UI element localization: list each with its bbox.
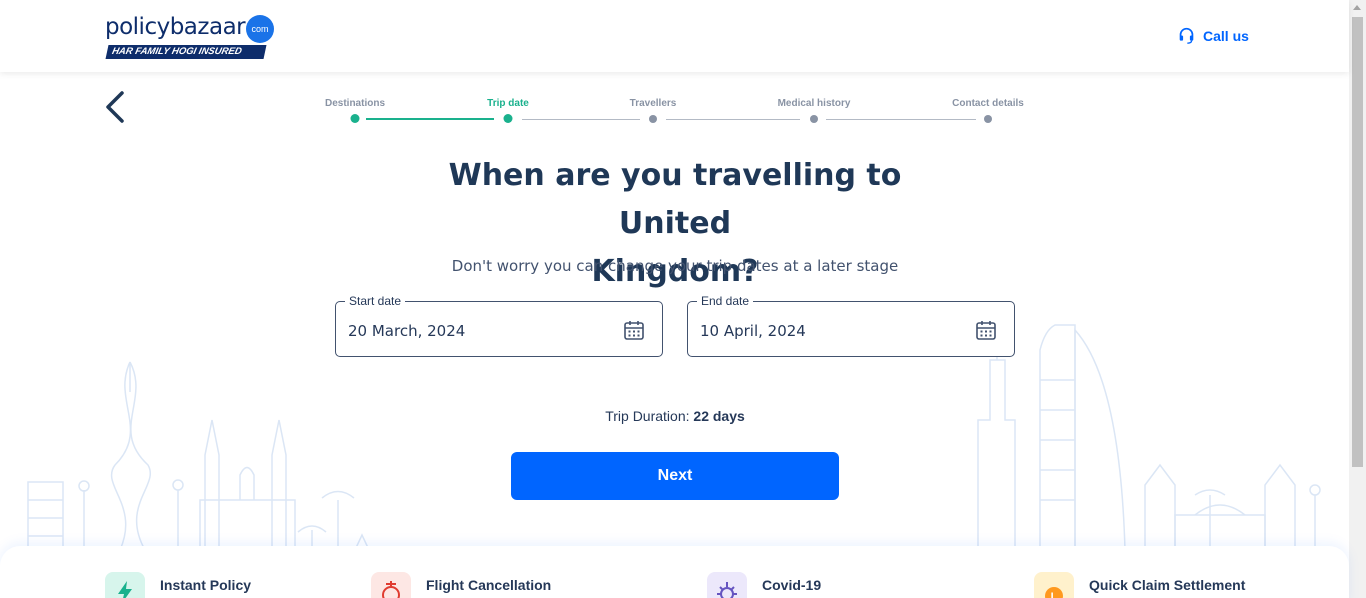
feature-label: Quick Claim Settlement xyxy=(1089,577,1246,593)
trip-duration-label: Trip Duration: xyxy=(605,408,690,424)
feature-label: Covid-19 xyxy=(762,577,822,593)
stepper-line xyxy=(522,119,640,120)
stepper-line-completed xyxy=(366,118,494,120)
flight-cancel-icon xyxy=(371,572,411,598)
step-trip-date-label[interactable]: Trip date xyxy=(487,98,529,109)
feature-covid-19: Covid-19 xyxy=(707,572,821,598)
policybazaar-logo[interactable]: policybazaar com HAR FAMILY HOGI INSURED xyxy=(105,12,280,60)
trip-duration: Trip Duration: 22 days xyxy=(475,408,875,424)
stepper-line xyxy=(666,119,800,120)
end-date-field[interactable]: End date 10 April, 2024 xyxy=(687,294,1015,357)
call-us-link[interactable]: Call us xyxy=(1178,27,1249,44)
page-title-line1: When are you travelling to United xyxy=(448,158,902,241)
step-trip-date-dot xyxy=(503,114,513,123)
calendar-icon[interactable] xyxy=(975,319,997,341)
start-date-value[interactable]: 20 March, 2024 xyxy=(348,322,465,340)
progress-stepper: Destinations Trip date Travellers Medica… xyxy=(300,96,1060,132)
back-arrow-icon[interactable] xyxy=(100,90,130,124)
virus-icon xyxy=(707,572,747,598)
feature-quick-claim: L Quick Claim Settlement xyxy=(1034,572,1245,598)
feature-label: Instant Policy xyxy=(160,577,252,593)
end-date-value[interactable]: 10 April, 2024 xyxy=(700,322,806,340)
coin-icon: L xyxy=(1034,572,1074,598)
site-header: policybazaar com HAR FAMILY HOGI INSURED… xyxy=(0,0,1349,72)
step-travellers-dot xyxy=(649,115,657,123)
step-destinations-label[interactable]: Destinations xyxy=(325,98,385,109)
step-travellers-label: Travellers xyxy=(629,98,677,109)
next-button[interactable]: Next xyxy=(511,452,839,500)
scrollbar-thumb[interactable] xyxy=(1352,17,1363,467)
step-contact-details-dot xyxy=(984,115,992,123)
end-date-label: End date xyxy=(697,294,754,308)
calendar-icon[interactable] xyxy=(623,319,645,341)
logo-tagline: HAR FAMILY HOGI INSURED xyxy=(105,45,267,59)
step-destinations-dot xyxy=(350,114,360,123)
city-skyline-illustration xyxy=(27,324,1321,550)
svg-text:L: L xyxy=(1051,591,1058,598)
logo-badge: com xyxy=(246,15,274,43)
scroll-up-arrow-icon[interactable] xyxy=(1353,5,1361,10)
logo-wordmark: policybazaar xyxy=(105,14,246,40)
page-subtitle: Don't worry you can change your trip dat… xyxy=(451,257,899,275)
features-panel: Instant Policy Flight Cancellation Covid… xyxy=(0,546,1349,598)
step-medical-history-dot xyxy=(810,115,818,123)
start-date-field[interactable]: Start date 20 March, 2024 xyxy=(335,294,663,357)
step-medical-history-label: Medical history xyxy=(777,98,851,109)
headset-icon xyxy=(1179,27,1194,44)
lightning-icon xyxy=(105,572,145,598)
feature-label: Flight Cancellation xyxy=(426,577,552,593)
start-date-label: Start date xyxy=(345,294,406,308)
step-contact-details-label: Contact details xyxy=(952,98,1024,109)
feature-instant-policy: Instant Policy xyxy=(105,572,251,598)
feature-flight-cancellation: Flight Cancellation xyxy=(371,572,551,598)
stepper-line xyxy=(826,119,976,120)
trip-duration-value: 22 days xyxy=(693,408,745,424)
page-scrollbar[interactable] xyxy=(1349,0,1366,598)
call-us-label: Call us xyxy=(1203,27,1249,44)
